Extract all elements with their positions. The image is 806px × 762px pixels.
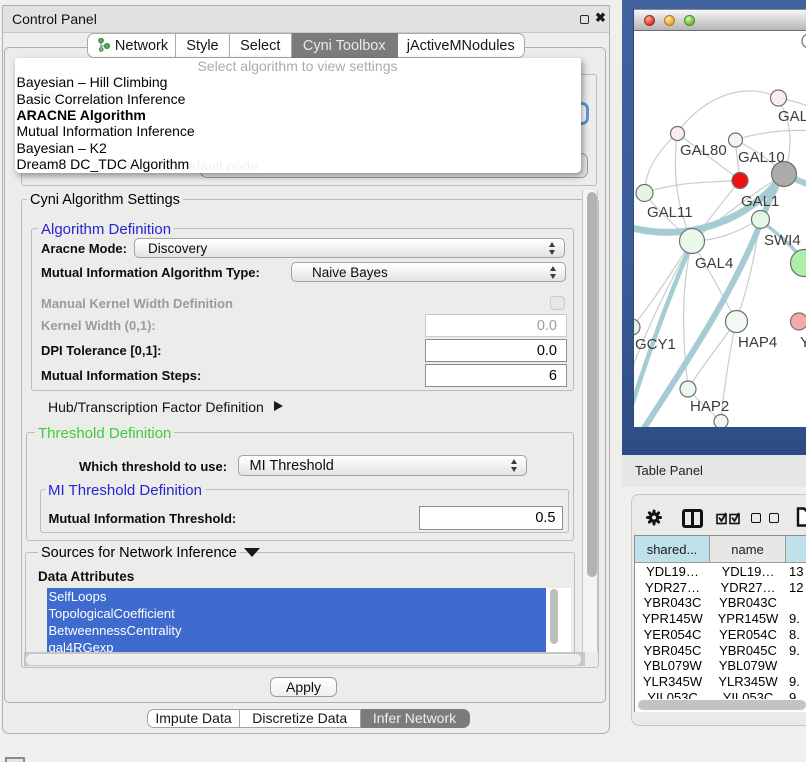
svg-text:GAL80: GAL80 <box>680 142 727 159</box>
svg-text:GAL10: GAL10 <box>738 149 785 166</box>
svg-text:GAL2: GAL2 <box>778 108 806 125</box>
svg-text:YJ: YJ <box>800 334 806 351</box>
svg-text:GAL1: GAL1 <box>741 193 779 210</box>
svg-text:GAL11: GAL11 <box>647 204 693 221</box>
svg-text:HAP4: HAP4 <box>738 334 777 351</box>
svg-text:GCY1: GCY1 <box>635 336 676 353</box>
svg-text:GAL4: GAL4 <box>695 255 733 272</box>
svg-text:SWI4: SWI4 <box>764 232 801 249</box>
svg-text:HAP2: HAP2 <box>690 398 729 415</box>
